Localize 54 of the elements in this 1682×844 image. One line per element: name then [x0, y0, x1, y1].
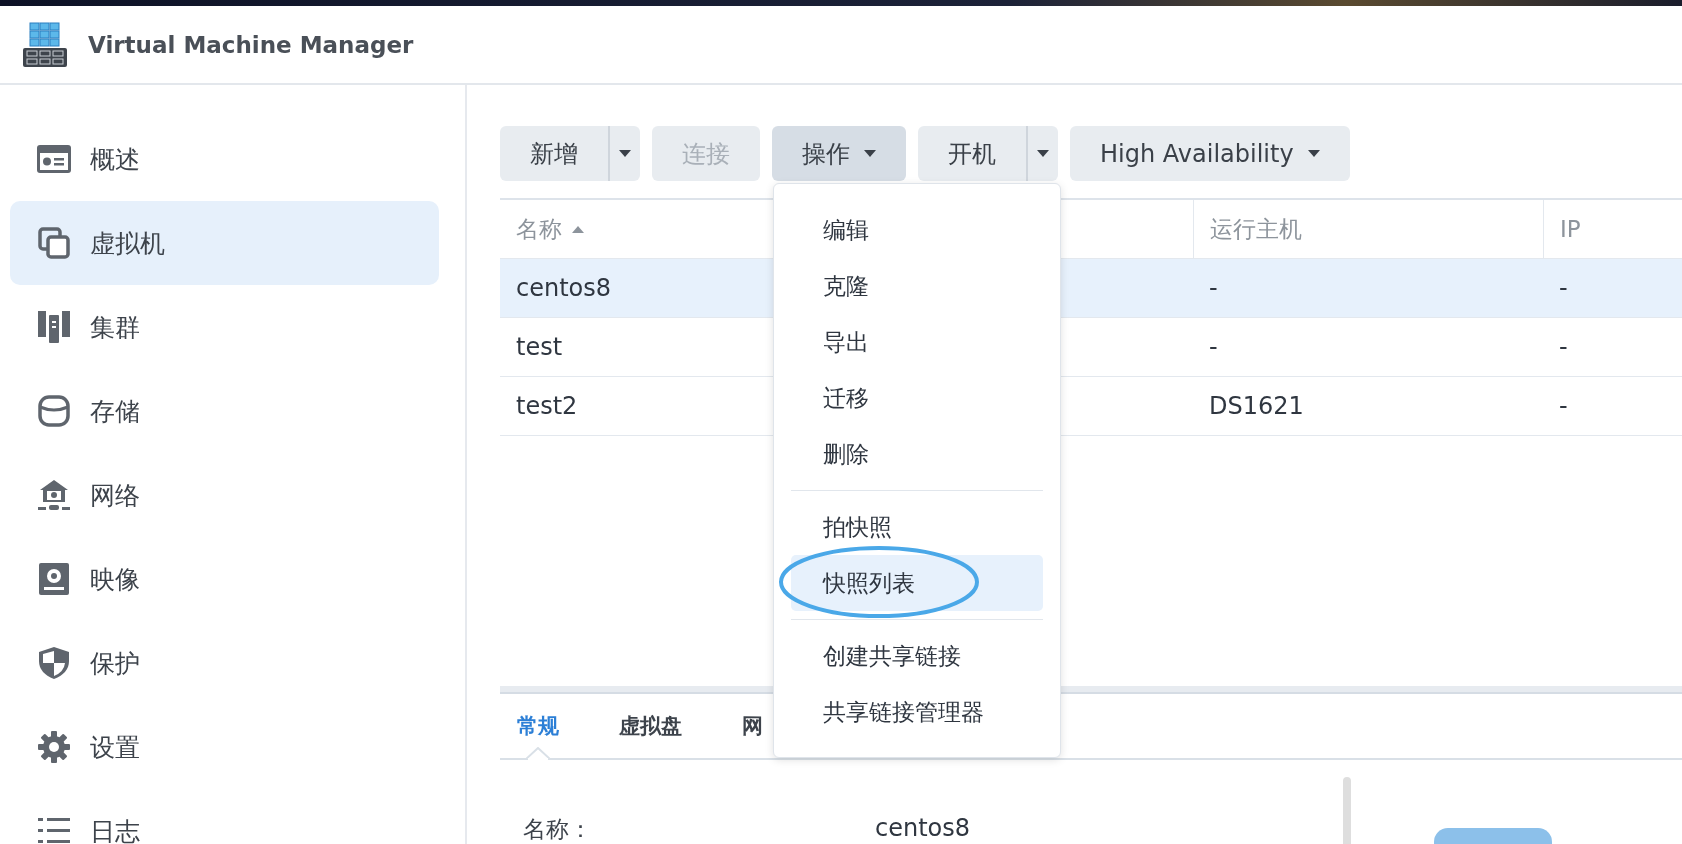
- sidebar-item[interactable]: 设置: [10, 705, 439, 789]
- sidebar-item[interactable]: 映像: [10, 537, 439, 621]
- sidebar-item[interactable]: 网络: [10, 453, 439, 537]
- menu-item[interactable]: 迁移: [791, 370, 1043, 426]
- menu-item[interactable]: 创建共享链接: [791, 628, 1043, 684]
- caret-icon: [864, 150, 876, 157]
- sidebar-item[interactable]: 保护: [10, 621, 439, 705]
- sidebar-item[interactable]: 集群: [10, 285, 439, 369]
- menu-button[interactable]: High Availability: [1070, 126, 1350, 181]
- table-cell[interactable]: -: [1559, 333, 1568, 361]
- panel-splitter[interactable]: [500, 686, 1682, 694]
- toolbar-button[interactable]: 开机: [918, 126, 1026, 181]
- tab[interactable]: 常规: [500, 694, 576, 758]
- list-icon: [38, 816, 70, 844]
- menu-item[interactable]: 克隆: [791, 258, 1043, 314]
- sidebar-item[interactable]: 虚拟机: [10, 201, 439, 285]
- id-card-icon: [37, 145, 71, 173]
- table-cell[interactable]: -: [1559, 392, 1568, 420]
- sidebar-item[interactable]: 概述: [10, 117, 439, 201]
- menu-item[interactable]: 拍快照: [791, 499, 1043, 555]
- table-cell[interactable]: centos8: [516, 274, 612, 302]
- table-cell[interactable]: test: [516, 333, 563, 361]
- table-cell[interactable]: -: [1559, 274, 1568, 302]
- table-cell[interactable]: DS1621: [1209, 392, 1304, 420]
- app-logo-icon: [22, 21, 68, 68]
- table-cell[interactable]: test2: [516, 392, 578, 420]
- disk-image-icon: [39, 563, 69, 595]
- dropdown-button[interactable]: [1026, 126, 1058, 181]
- field-value: centos8: [875, 814, 971, 844]
- field-label: 名称：: [523, 815, 593, 844]
- menu-item[interactable]: 共享链接管理器: [791, 684, 1043, 740]
- shield-icon: [38, 647, 70, 679]
- copy-icon: [38, 227, 70, 259]
- network-icon: [38, 479, 70, 511]
- database-icon: [38, 395, 70, 427]
- scrollbar[interactable]: [1343, 777, 1351, 844]
- cluster-icon: [38, 311, 70, 343]
- tab[interactable]: 虚拟盘: [602, 694, 699, 758]
- table-cell[interactable]: -: [1209, 274, 1218, 302]
- caret-icon: [1307, 150, 1320, 157]
- menu-item[interactable]: 删除: [791, 426, 1043, 482]
- menu-item[interactable]: 快照列表: [791, 555, 1043, 611]
- dropdown-button[interactable]: [608, 126, 640, 181]
- sidebar-item[interactable]: 日志: [10, 789, 439, 844]
- menu-button[interactable]: 操作: [772, 126, 906, 181]
- toolbar-button[interactable]: 新增: [500, 126, 608, 181]
- app-title: Virtual Machine Manager: [88, 31, 414, 58]
- caret-icon: [1037, 150, 1049, 157]
- menu-item[interactable]: 编辑: [791, 202, 1043, 258]
- sidebar-item[interactable]: 存储: [10, 369, 439, 453]
- menu-item[interactable]: 导出: [791, 314, 1043, 370]
- table-cell[interactable]: -: [1209, 333, 1218, 361]
- settings-icon: [38, 731, 70, 763]
- caret-icon: [619, 150, 631, 157]
